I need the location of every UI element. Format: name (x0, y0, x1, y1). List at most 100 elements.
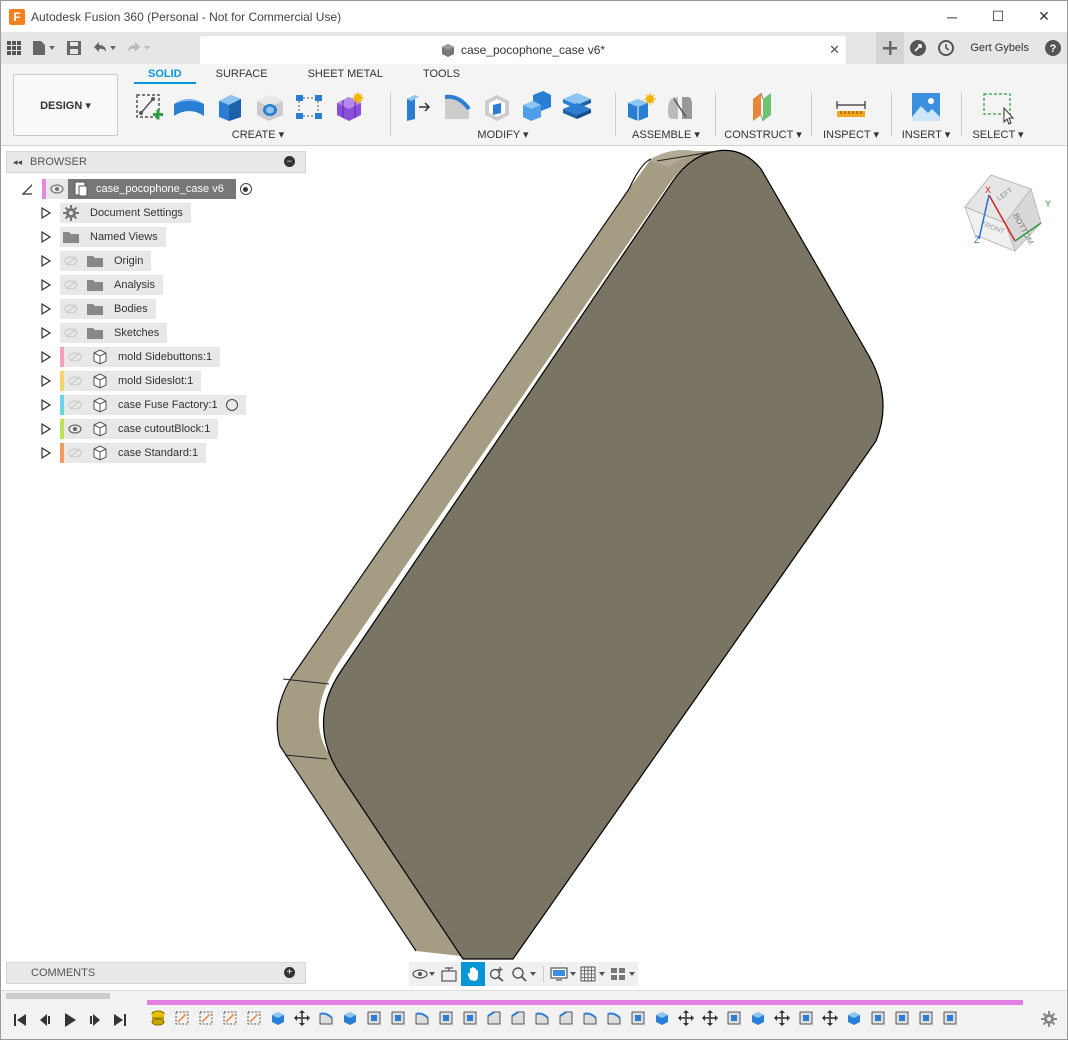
step-forward-icon[interactable] (82, 1009, 107, 1031)
expand-triangle-icon[interactable] (41, 255, 51, 267)
display-settings-icon[interactable] (548, 962, 578, 986)
maximize-button[interactable]: ☐ (975, 1, 1021, 32)
measure-icon[interactable] (831, 88, 871, 126)
timeline-scrollbar[interactable] (6, 993, 110, 999)
hidden-eye-icon[interactable] (66, 374, 84, 388)
tree-item-mold-sidebuttons[interactable]: mold Sidebuttons:1 (41, 347, 221, 367)
timeline-chamfer-feature-icon[interactable] (506, 1007, 530, 1029)
minimize-button[interactable]: ─ (929, 1, 975, 32)
expand-triangle-icon[interactable] (41, 423, 51, 435)
workspace-switcher[interactable]: DESIGN ▾ (13, 74, 118, 136)
timeline-sketch-feature-icon[interactable] (242, 1007, 266, 1029)
shell-icon[interactable] (477, 88, 517, 126)
expand-triangle-icon[interactable] (41, 447, 51, 459)
extrude-icon[interactable] (209, 88, 249, 126)
timeline-settings-gear-icon[interactable] (1041, 1011, 1057, 1030)
tab-solid[interactable]: SOLID (134, 68, 196, 84)
timeline-shell-feature-icon[interactable] (914, 1007, 938, 1029)
pattern-icon[interactable] (289, 88, 329, 126)
timeline-extrude-feature-icon[interactable] (650, 1007, 674, 1029)
tree-item-bodies[interactable]: Bodies (41, 299, 156, 319)
hidden-eye-icon[interactable] (66, 398, 84, 412)
assemble-menu[interactable]: ASSEMBLE ▾ (620, 128, 712, 141)
timeline-move-feature-icon[interactable] (290, 1007, 314, 1029)
timeline-shell-feature-icon[interactable] (722, 1007, 746, 1029)
tree-item-case-standard[interactable]: case Standard:1 (41, 443, 207, 463)
hidden-eye-icon[interactable] (62, 278, 80, 292)
design-canvas[interactable]: LEFT BOTTOM FRONT X Y Z (1, 147, 1067, 989)
expand-triangle-icon[interactable] (41, 327, 51, 339)
new-component-icon[interactable] (620, 88, 660, 126)
press-pull-icon[interactable] (397, 88, 437, 126)
play-icon[interactable] (57, 1009, 82, 1031)
model-viewport[interactable] (1, 147, 1067, 989)
hidden-eye-icon[interactable] (62, 254, 80, 268)
create-menu[interactable]: CREATE ▾ (129, 128, 387, 141)
combine-icon[interactable] (517, 88, 557, 126)
timeline-shell-feature-icon[interactable] (866, 1007, 890, 1029)
orbit-icon[interactable] (409, 962, 437, 986)
browser-minimize-button[interactable]: − (284, 156, 295, 167)
expand-triangle-icon[interactable] (41, 351, 51, 363)
insert-menu[interactable]: INSERT ▾ (895, 128, 957, 141)
timeline-fillet-feature-icon[interactable] (410, 1007, 434, 1029)
offset-face-icon[interactable] (557, 88, 597, 126)
new-tab-button[interactable] (876, 32, 905, 64)
go-to-end-icon[interactable] (107, 1009, 132, 1031)
job-status-icon[interactable] (932, 32, 960, 64)
tree-root[interactable]: case_pocophone_case v6 (22, 179, 252, 199)
timeline-sketch-feature-icon[interactable] (194, 1007, 218, 1029)
timeline-shell-feature-icon[interactable] (890, 1007, 914, 1029)
joint-icon[interactable] (660, 88, 700, 126)
construct-menu[interactable]: CONSTRUCT ▾ (721, 128, 805, 141)
timeline-move-feature-icon[interactable] (770, 1007, 794, 1029)
timeline-move-feature-icon[interactable] (698, 1007, 722, 1029)
pan-hand-icon[interactable] (461, 962, 485, 986)
file-menu-icon[interactable] (27, 32, 61, 64)
eye-icon[interactable] (46, 179, 68, 199)
timeline-extrude-feature-icon[interactable] (746, 1007, 770, 1029)
tab-sheet-metal[interactable]: SHEET METAL (288, 68, 403, 84)
timeline-shell-feature-icon[interactable] (458, 1007, 482, 1029)
timeline-shell-feature-icon[interactable] (938, 1007, 962, 1029)
grid-settings-icon[interactable] (578, 962, 608, 986)
timeline-chamfer-feature-icon[interactable] (482, 1007, 506, 1029)
timeline-move-feature-icon[interactable] (818, 1007, 842, 1029)
add-comment-button[interactable]: + (284, 967, 295, 978)
modify-menu[interactable]: MODIFY ▾ (397, 128, 609, 141)
tree-item-case-cutoutblock[interactable]: case cutoutBlock:1 (41, 419, 219, 439)
create-base-feature-icon[interactable] (329, 88, 369, 126)
timeline-extrude-feature-icon[interactable] (266, 1007, 290, 1029)
document-tab[interactable]: case_pocophone_case v6* ✕ (200, 36, 846, 64)
hidden-eye-icon[interactable] (62, 326, 80, 340)
view-cube[interactable]: LEFT BOTTOM FRONT X Y Z (959, 167, 1059, 257)
user-account-name[interactable]: Gert Gybels (960, 42, 1039, 54)
timeline-component-feature-icon[interactable] (146, 1007, 170, 1029)
help-icon[interactable]: ? (1039, 32, 1067, 64)
zoom-window-icon[interactable] (509, 962, 539, 986)
comments-panel[interactable]: COMMENTS + (6, 962, 306, 984)
inspect-menu[interactable]: INSPECT ▾ (816, 128, 886, 141)
extensions-icon[interactable] (904, 32, 932, 64)
expand-triangle-icon[interactable] (41, 375, 51, 387)
save-icon[interactable] (61, 32, 87, 64)
hidden-eye-icon[interactable] (62, 302, 80, 316)
tab-surface[interactable]: SURFACE (196, 68, 288, 84)
tree-item-mold-sideslot[interactable]: mold Sideslot:1 (41, 371, 202, 391)
step-back-icon[interactable] (32, 1009, 57, 1031)
hole-icon[interactable] (249, 88, 289, 126)
tree-item-document-settings[interactable]: Document Settings (41, 203, 191, 223)
timeline-fillet-feature-icon[interactable] (578, 1007, 602, 1029)
viewports-icon[interactable] (608, 962, 638, 986)
tree-item-sketches[interactable]: Sketches (41, 323, 168, 343)
expand-triangle-icon[interactable] (41, 279, 51, 291)
collapse-triangle-icon[interactable] (22, 184, 32, 195)
zoom-icon[interactable] (485, 962, 509, 986)
timeline-sketch-feature-icon[interactable] (218, 1007, 242, 1029)
timeline-shell-feature-icon[interactable] (794, 1007, 818, 1029)
tree-item-case-fuse-factory[interactable]: case Fuse Factory:1 (41, 395, 246, 415)
expand-triangle-icon[interactable] (41, 207, 51, 219)
timeline-extrude-feature-icon[interactable] (338, 1007, 362, 1029)
insert-image-icon[interactable] (906, 88, 946, 126)
tree-item-named-views[interactable]: Named Views (41, 227, 166, 247)
